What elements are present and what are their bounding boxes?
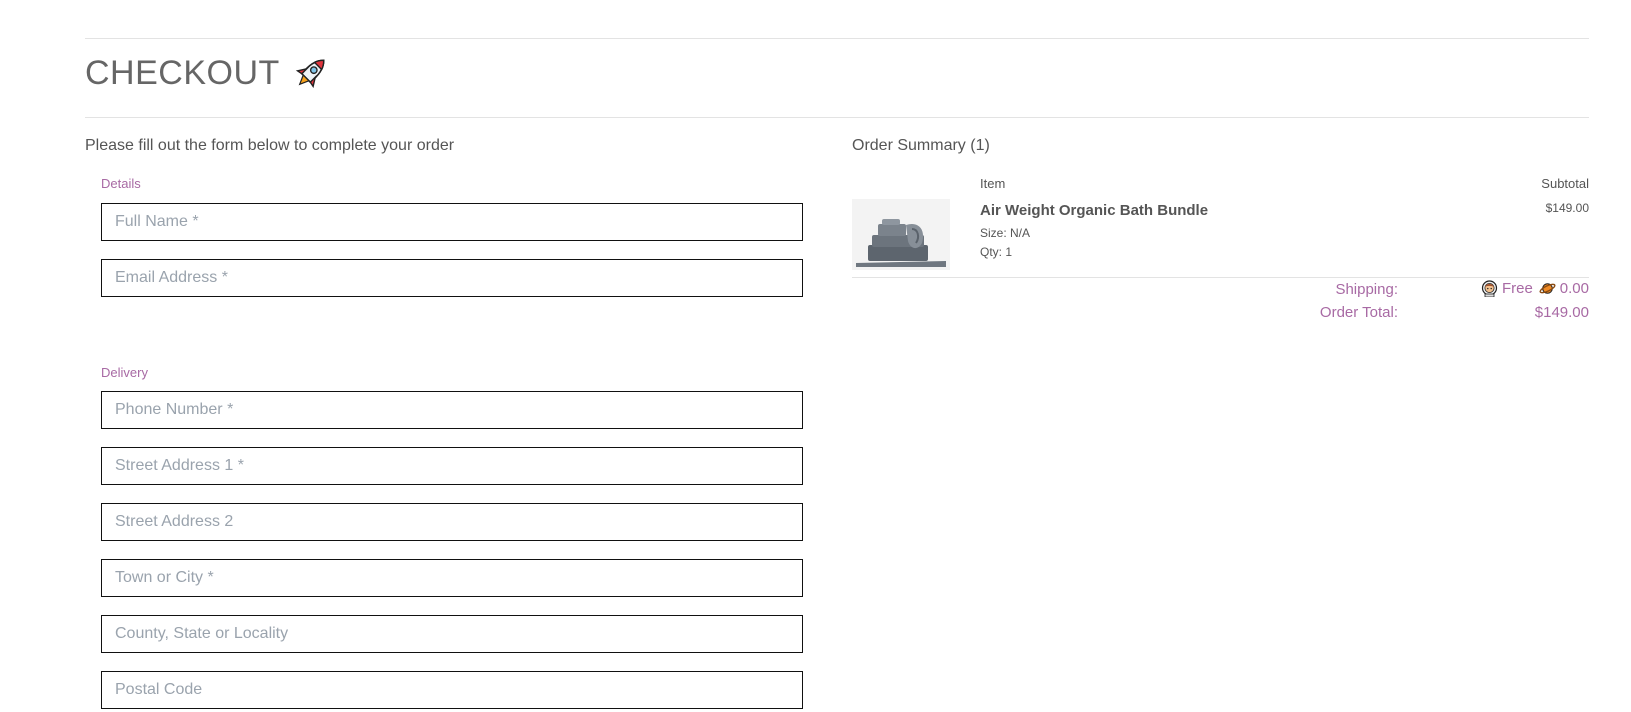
product-name[interactable]: Air Weight Organic Bath Bundle bbox=[980, 202, 1208, 219]
order-total-value: $149.00 bbox=[1535, 304, 1589, 321]
product-image[interactable] bbox=[852, 199, 950, 270]
email-field[interactable] bbox=[101, 259, 803, 297]
street-address-2-field[interactable] bbox=[101, 503, 803, 541]
full-name-field[interactable] bbox=[101, 203, 803, 241]
item-column-header: Item bbox=[980, 176, 1006, 191]
title-divider bbox=[85, 117, 1589, 118]
details-section-label: Details bbox=[101, 176, 141, 191]
town-city-field[interactable] bbox=[101, 559, 803, 597]
street-address-1-field[interactable] bbox=[101, 447, 803, 485]
phone-field[interactable] bbox=[101, 391, 803, 429]
product-size: Size: N/A bbox=[980, 226, 1031, 240]
email-input[interactable] bbox=[102, 260, 802, 296]
town-city-input[interactable] bbox=[102, 560, 802, 596]
delivery-section-label: Delivery bbox=[101, 365, 148, 380]
street-address-1-input[interactable] bbox=[102, 448, 802, 484]
full-name-input[interactable] bbox=[102, 204, 802, 240]
county-input[interactable] bbox=[102, 616, 802, 652]
street-address-2-input[interactable] bbox=[102, 504, 802, 540]
order-total-label: Order Total: bbox=[1319, 304, 1398, 321]
shipping-label: Shipping: bbox=[1335, 281, 1398, 298]
top-divider bbox=[85, 38, 1589, 39]
shipping-amount: 0.00 bbox=[1559, 280, 1589, 297]
order-summary-title: Order Summary (1) bbox=[852, 137, 990, 154]
postal-code-input[interactable] bbox=[102, 672, 802, 708]
phone-input[interactable] bbox=[102, 392, 802, 428]
county-field[interactable] bbox=[101, 615, 803, 653]
order-total-amount: $149.00 bbox=[1534, 304, 1589, 321]
shipping-value: Free 0.00 bbox=[1481, 280, 1589, 297]
summary-divider bbox=[852, 277, 1589, 278]
towel-bundle-image bbox=[852, 199, 950, 270]
subtotal-column-header: Subtotal bbox=[1541, 176, 1589, 191]
page-title-text: CHECKOUT bbox=[85, 53, 280, 92]
shipping-free-text: Free bbox=[1501, 280, 1533, 297]
astronaut-icon bbox=[1481, 280, 1498, 297]
product-subtotal: $149.00 bbox=[1545, 201, 1589, 215]
rocket-icon bbox=[295, 59, 325, 89]
product-quantity: Qty: 1 bbox=[980, 245, 1013, 259]
form-intro: Please fill out the form below to comple… bbox=[85, 137, 455, 154]
planet-icon bbox=[1539, 283, 1556, 294]
postal-code-field[interactable] bbox=[101, 671, 803, 709]
page-title: CHECKOUT bbox=[85, 50, 332, 96]
